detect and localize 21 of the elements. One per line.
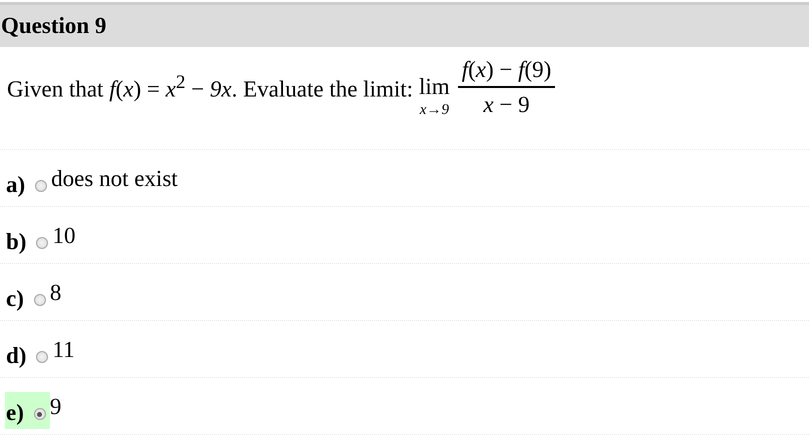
option-label: b) xyxy=(6,229,26,255)
fraction-denominator: x − 9 xyxy=(458,86,556,118)
option-label: d) xyxy=(6,343,26,369)
radio-button[interactable] xyxy=(36,237,48,249)
radio-button[interactable] xyxy=(34,408,46,420)
option-text: does not exist xyxy=(51,166,178,192)
option-text: 8 xyxy=(50,280,62,306)
limit-subscript: x→9 xyxy=(420,102,449,118)
fraction-numerator: f(x) − f(9) xyxy=(460,57,552,84)
option-text: 10 xyxy=(52,223,76,249)
option-label: c) xyxy=(6,286,24,312)
option-label: a) xyxy=(6,172,26,198)
radio-button[interactable] xyxy=(34,294,46,306)
question-title: Question 9 xyxy=(1,13,106,39)
option-text: 9 xyxy=(50,394,62,420)
question-text: Given that f(x) = x$^{2}$ − 9x. Evaluate the limit: xyxy=(7,72,414,103)
option-text: 11 xyxy=(52,337,75,363)
radio-button[interactable] xyxy=(35,180,48,192)
limit-operator: lim xyxy=(419,74,450,98)
option-label: e) xyxy=(6,400,24,426)
radio-button[interactable] xyxy=(36,351,48,363)
